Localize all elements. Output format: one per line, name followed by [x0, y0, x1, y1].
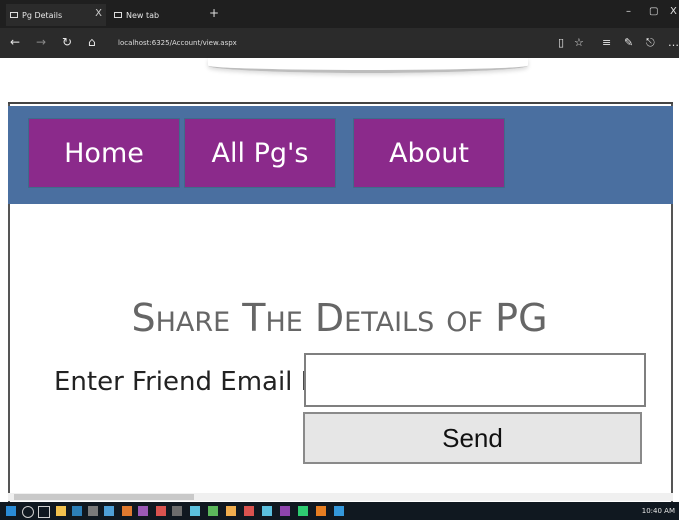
close-tab-icon[interactable]: X [95, 8, 102, 19]
home-icon[interactable]: ⌂ [88, 35, 96, 49]
refresh-icon[interactable]: ↻ [62, 35, 72, 49]
web-note-icon[interactable]: ✎ [624, 36, 633, 49]
scrollbar-thumb[interactable] [14, 494, 194, 500]
menu-item-home[interactable]: Home [28, 118, 180, 188]
back-icon[interactable]: ← [10, 35, 20, 49]
tab-pg-details[interactable]: Pg Details X [6, 4, 106, 26]
taskbar: 10:40 AM [0, 502, 679, 520]
visual-studio-icon[interactable] [138, 506, 148, 516]
share-icon[interactable]: ⎋ [646, 36, 655, 50]
file-explorer-icon[interactable] [56, 506, 66, 516]
new-tab-button[interactable]: + [209, 6, 219, 20]
edge-icon[interactable] [72, 506, 82, 516]
store-icon[interactable] [88, 506, 98, 516]
menu-item-all-pgs[interactable]: All Pg's [184, 118, 336, 188]
taskbar-clock[interactable]: 10:40 AM [642, 507, 675, 515]
app-icon[interactable] [122, 506, 132, 516]
hub-icon[interactable]: ≡ [602, 36, 611, 49]
maximize-button[interactable]: ▢ [649, 6, 658, 17]
favorites-star-icon[interactable]: ☆ [574, 36, 584, 49]
tab-title: Pg Details [22, 10, 63, 20]
forward-icon[interactable]: → [36, 35, 46, 49]
app-icon[interactable] [262, 506, 272, 516]
page-icon [10, 12, 18, 18]
reading-view-icon[interactable]: ▯ [558, 36, 564, 49]
app-icon[interactable] [316, 506, 326, 516]
app-icon[interactable] [190, 506, 200, 516]
page-icon [114, 12, 122, 18]
friend-email-input[interactable] [304, 353, 646, 407]
app-icon[interactable] [208, 506, 218, 516]
site-header [8, 58, 673, 104]
horizontal-scrollbar[interactable] [8, 493, 673, 501]
page-title: Share The Details of PG [131, 296, 548, 340]
app-icon[interactable] [334, 506, 344, 516]
app-icon[interactable] [172, 506, 182, 516]
minimize-button[interactable]: – [626, 6, 631, 17]
mail-icon[interactable] [104, 506, 114, 516]
search-icon[interactable] [22, 506, 34, 518]
email-label: Enter Friend Email ID: [54, 367, 338, 397]
task-view-icon[interactable] [38, 506, 50, 518]
header-swoosh [208, 58, 528, 73]
address-bar: ← → ↻ ⌂ localhost:6325/Account/view.aspx… [0, 28, 679, 58]
tab-new-tab[interactable]: New tab [110, 4, 204, 26]
app-icon[interactable] [226, 506, 236, 516]
site-menu: Home All Pg's About [8, 106, 673, 204]
start-icon[interactable] [6, 506, 16, 516]
menu-item-about[interactable]: About [353, 118, 505, 188]
more-icon[interactable]: … [668, 36, 679, 49]
close-window-button[interactable]: X [670, 6, 677, 17]
send-button[interactable]: Send [303, 412, 642, 464]
app-icon[interactable] [156, 506, 166, 516]
url-field[interactable]: localhost:6325/Account/view.aspx [118, 39, 237, 47]
tab-title: New tab [126, 10, 160, 20]
app-icon[interactable] [298, 506, 308, 516]
app-icon[interactable] [280, 506, 290, 516]
app-icon[interactable] [244, 506, 254, 516]
browser-tab-bar: Pg Details X New tab + – ▢ X [0, 0, 679, 28]
